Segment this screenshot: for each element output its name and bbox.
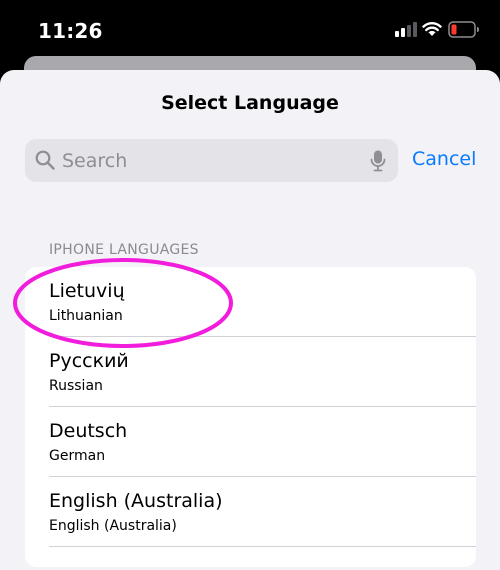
language-english-name: English (Australia) bbox=[49, 518, 177, 534]
language-name: Русский bbox=[49, 350, 129, 372]
language-name: English (Australia) bbox=[49, 490, 223, 512]
microphone-icon[interactable] bbox=[370, 150, 386, 172]
status-time: 11:26 bbox=[38, 19, 103, 43]
sheet-title: Select Language bbox=[161, 92, 339, 114]
highlight-ellipse-annotation bbox=[13, 258, 233, 348]
language-english-name: German bbox=[49, 448, 106, 464]
battery-icon bbox=[448, 21, 479, 38]
cancel-button[interactable]: Cancel bbox=[412, 148, 476, 170]
language-row-english-australia[interactable]: English (Australia) English (Australia) bbox=[25, 477, 476, 547]
wifi-icon bbox=[422, 22, 442, 36]
search-input[interactable] bbox=[62, 139, 352, 182]
status-bar: 11:26 bbox=[0, 0, 500, 62]
search-icon bbox=[35, 150, 55, 170]
language-english-name: Russian bbox=[49, 378, 103, 394]
language-name: Deutsch bbox=[49, 420, 128, 442]
cellular-signal-icon bbox=[395, 22, 417, 37]
row-divider bbox=[49, 546, 476, 547]
search-bar[interactable] bbox=[25, 139, 398, 182]
language-row-german[interactable]: Deutsch German bbox=[25, 407, 476, 477]
